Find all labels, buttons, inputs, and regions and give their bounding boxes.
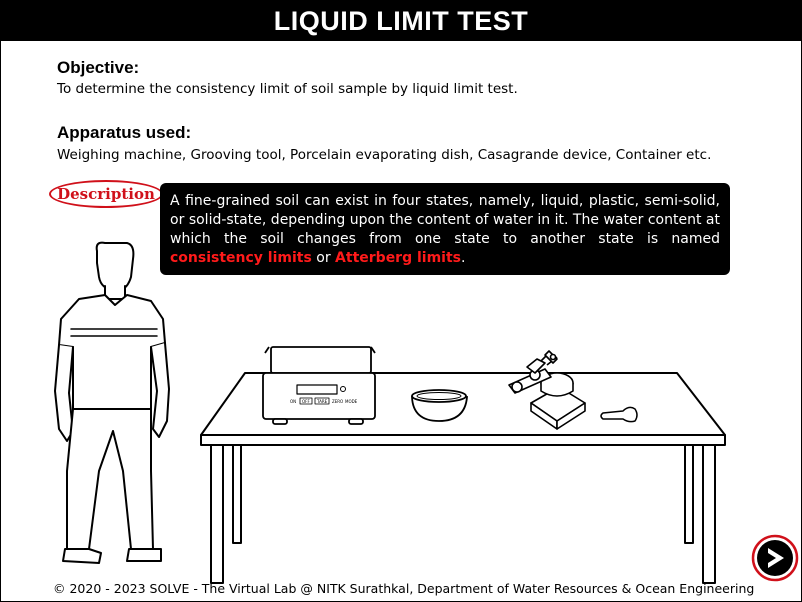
scale-button-off: OFF	[302, 399, 310, 404]
scale-button-zero: ZERO	[332, 399, 343, 404]
play-arrow-icon	[751, 534, 799, 582]
footer-copyright: © 2020 - 2023 SOLVE - The Virtual Lab @ …	[53, 581, 755, 596]
description-connector: or	[311, 250, 336, 266]
scale-button-on: ON	[290, 399, 296, 404]
description-panel: A fine-grained soil can exist in four st…	[160, 183, 730, 275]
porcelain-dish	[411, 389, 468, 422]
lab-scene: ON OFF TARE ZERO MODE	[54, 241, 726, 584]
description-button[interactable]: Description	[49, 180, 163, 208]
scale-button-tare: TARE	[316, 399, 328, 404]
lab-frame: LIQUID LIMIT TEST Objective: To determin…	[0, 0, 802, 602]
highlight-consistency-limits: consistency limits	[170, 250, 312, 266]
weighing-machine: ON OFF TARE ZERO MODE	[262, 346, 376, 425]
scale-display	[296, 384, 338, 395]
next-button[interactable]	[751, 534, 799, 582]
description-end: .	[461, 250, 466, 266]
description-text: A fine-grained soil can exist in four st…	[170, 193, 720, 247]
scale-button-mode: MODE	[345, 399, 358, 404]
person-figure	[54, 241, 170, 564]
highlight-atterberg-limits: Atterberg limits	[335, 250, 461, 266]
